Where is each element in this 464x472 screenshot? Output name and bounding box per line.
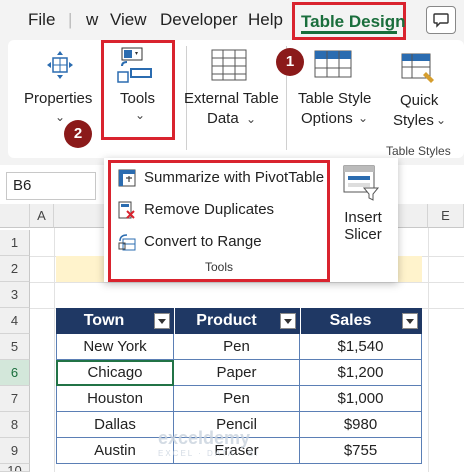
- cell-sales[interactable]: $980: [300, 412, 422, 438]
- row-header[interactable]: 9: [0, 438, 30, 464]
- table-style-options-icon: [314, 50, 352, 78]
- properties-icon: [47, 51, 73, 79]
- quick-styles-chevron-icon: ⌄: [436, 113, 447, 127]
- style-options-chevron-icon: ⌄: [358, 111, 369, 125]
- tools-icon: [117, 47, 152, 83]
- row-header[interactable]: 5: [0, 334, 30, 360]
- header-label: Sales: [329, 312, 372, 329]
- header-label: Product: [196, 312, 257, 329]
- cell-sales[interactable]: $1,200: [300, 360, 422, 386]
- pivottable-icon: [118, 169, 136, 187]
- row-header[interactable]: 8: [0, 412, 30, 438]
- row-header[interactable]: 1: [0, 230, 30, 256]
- insert-slicer-button[interactable]: Insert Slicer: [336, 164, 390, 243]
- cell-town[interactable]: New York: [56, 334, 174, 360]
- cell-sales[interactable]: $1,000: [300, 386, 422, 412]
- row-header-selected[interactable]: 6: [0, 360, 30, 386]
- cell-sales[interactable]: $755: [300, 438, 422, 464]
- table-style-options-label-2[interactable]: Options: [301, 110, 353, 127]
- row-header[interactable]: 4: [0, 308, 30, 334]
- step-badge-2: 2: [64, 120, 92, 148]
- comments-button[interactable]: [426, 6, 456, 34]
- cell-sales[interactable]: $1,540: [300, 334, 422, 360]
- watermark-brand: exceldemy: [158, 428, 251, 448]
- menu-bar: File | w View Developer Help Table Desig…: [0, 0, 464, 40]
- menu-item-label: Summarize with PivotTable: [144, 169, 325, 186]
- gridline: [428, 228, 429, 472]
- properties-chevron-icon: ⌄: [55, 110, 66, 124]
- col-header-a[interactable]: A: [30, 204, 54, 228]
- table-header-town[interactable]: Town: [56, 308, 174, 334]
- table-style-options-label-1[interactable]: Table Style: [298, 90, 371, 107]
- tools-group-label: Tools: [204, 260, 233, 274]
- group-label-table-styles: Table Styles: [386, 144, 451, 158]
- tab-developer[interactable]: Developer: [160, 10, 238, 30]
- col-header-e[interactable]: E: [428, 204, 464, 228]
- cell-product[interactable]: Paper: [174, 360, 300, 386]
- cell-product[interactable]: Pen: [174, 386, 300, 412]
- step-badge-1: 1: [276, 48, 304, 76]
- cell-product[interactable]: Pen: [174, 334, 300, 360]
- tools-chevron-icon: ⌄: [135, 108, 146, 122]
- name-box[interactable]: B6: [6, 172, 96, 200]
- select-all-corner[interactable]: [0, 204, 30, 228]
- gridline: [30, 282, 464, 283]
- menu-item-label: Convert to Range: [144, 233, 262, 250]
- watermark-logo: exceldemy EXCEL · DATA · BI: [158, 428, 259, 458]
- remove-duplicates-icon: [118, 201, 135, 219]
- header-label: Town: [83, 312, 125, 329]
- properties-button[interactable]: Properties: [24, 90, 92, 107]
- tools-button[interactable]: Tools: [120, 90, 155, 107]
- comment-icon: [433, 13, 449, 28]
- insert-slicer-label-2: Slicer: [344, 226, 382, 243]
- external-table-icon: [211, 49, 247, 81]
- tab-table-design-label: Table Design: [301, 12, 406, 31]
- external-table-label-2[interactable]: Data: [207, 110, 239, 127]
- cell-town-selected[interactable]: Chicago: [56, 360, 174, 386]
- row-header[interactable]: 7: [0, 386, 30, 412]
- active-tab-underline: [301, 31, 397, 34]
- insert-slicer-label-1: Insert: [344, 209, 382, 226]
- convert-to-range-icon: [118, 234, 136, 251]
- slicer-icon: [343, 165, 380, 201]
- table-header-sales[interactable]: Sales: [300, 308, 422, 334]
- external-chevron-icon: ⌄: [246, 112, 257, 126]
- watermark-tagline: EXCEL · DATA · BI: [158, 449, 260, 458]
- row-header[interactable]: 2: [0, 256, 30, 282]
- quick-styles-label-1[interactable]: Quick: [400, 92, 438, 109]
- table-header-product[interactable]: Product: [174, 308, 300, 334]
- cell-town[interactable]: Dallas: [56, 412, 174, 438]
- tab-help[interactable]: Help: [248, 10, 283, 30]
- tab-view[interactable]: View: [110, 10, 147, 30]
- tab-separator: |: [68, 10, 73, 29]
- quick-styles-label-2[interactable]: Styles: [393, 112, 434, 129]
- tab-draw[interactable]: w: [86, 10, 98, 30]
- row-header[interactable]: 3: [0, 282, 30, 308]
- cell-town[interactable]: Houston: [56, 386, 174, 412]
- filter-dropdown-icon[interactable]: [154, 313, 170, 329]
- filter-dropdown-icon[interactable]: [402, 313, 418, 329]
- quick-styles-icon: [401, 53, 434, 83]
- menu-item-label: Remove Duplicates: [144, 201, 275, 218]
- cell-town[interactable]: Austin: [56, 438, 174, 464]
- row-header[interactable]: 10: [0, 464, 30, 472]
- tab-table-design[interactable]: Table Design: [292, 2, 406, 40]
- gridline: [54, 228, 55, 472]
- tab-file[interactable]: File: [28, 10, 55, 30]
- filter-dropdown-icon[interactable]: [280, 313, 296, 329]
- external-table-label-1[interactable]: External Table: [184, 90, 279, 107]
